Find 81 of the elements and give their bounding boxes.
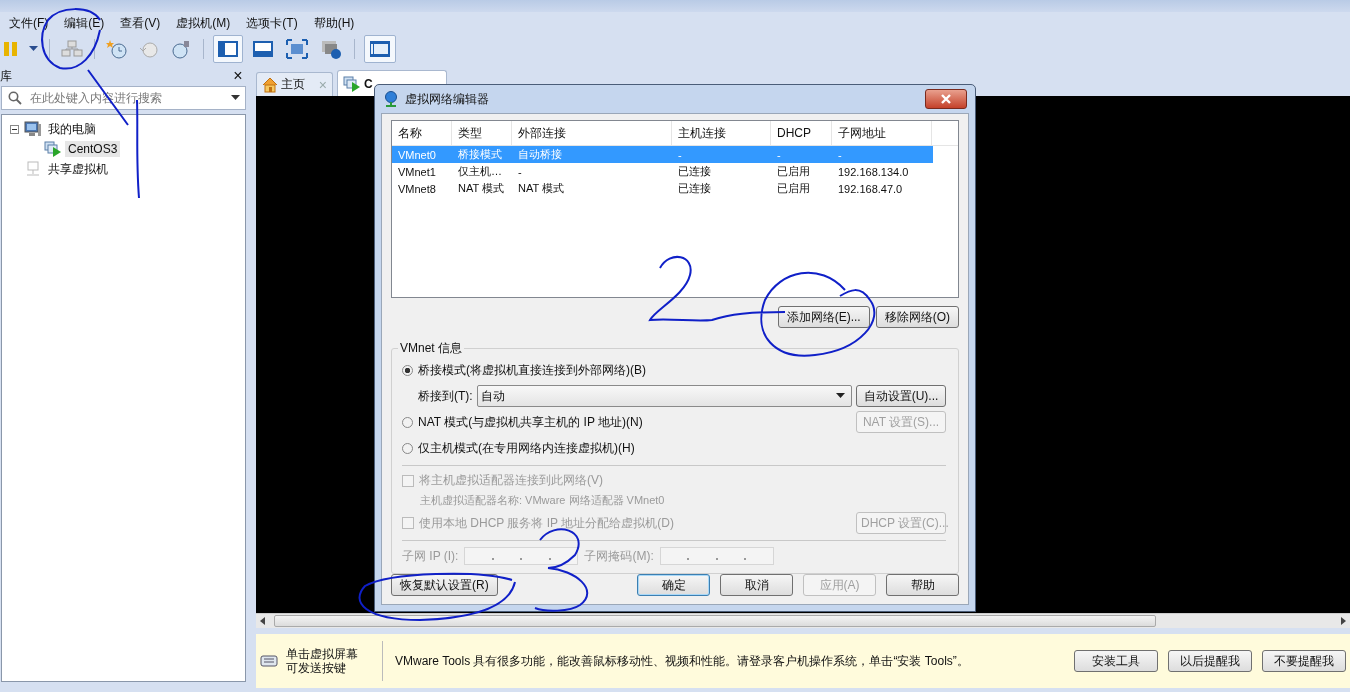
- tab[interactable]: 主页 ×: [256, 72, 333, 96]
- scroll-right-icon[interactable]: [1340, 617, 1346, 626]
- action-button[interactable]: 添加网络(E)...: [777, 306, 870, 328]
- ip-address-field[interactable]: [464, 547, 579, 565]
- field-label: 子网 IP (I):: [402, 547, 459, 565]
- menu-item[interactable]: 选项卡(T): [239, 14, 305, 32]
- table-cell-text: 已启用: [776, 164, 811, 179]
- notification-message: VMware Tools 具有很多功能，能改善鼠标移动性、视频和性能。请登录客户机操作系统，单击“安装 Tools”。: [395, 652, 970, 670]
- close-icon: [940, 94, 952, 104]
- thumbnail-view-icon[interactable]: [364, 35, 396, 63]
- radio-option[interactable]: 仅主机模式(在专用网络内连接虚拟机)(H): [402, 439, 635, 457]
- table-cell-text: 192.168.47.0: [837, 182, 904, 195]
- group-title: VMnet 信息: [398, 340, 464, 357]
- column-header[interactable]: 外部连接: [512, 121, 672, 145]
- search-icon: [8, 91, 22, 105]
- caret-icon: [836, 393, 845, 399]
- field-label: 子网掩码(M):: [584, 547, 654, 565]
- radio-option[interactable]: NAT 模式(与虚拟机共享主机的 IP 地址)(N): [402, 413, 643, 431]
- virtual-machine-icon: [343, 75, 361, 92]
- collapse-toggle[interactable]: [10, 124, 21, 134]
- table-cell-text: VMnet8: [397, 182, 437, 195]
- column-header[interactable]: 主机连接: [672, 121, 771, 145]
- dialog-button[interactable]: 取消: [720, 574, 793, 596]
- table-cell-text: -: [776, 148, 782, 161]
- column-header[interactable]: 类型: [452, 121, 512, 145]
- panel-title: 库: [0, 67, 12, 85]
- column-header[interactable]: 名称: [392, 121, 452, 145]
- table-cell-text: 已连接: [677, 181, 712, 196]
- fullscreen-icon[interactable]: [283, 36, 311, 62]
- table-row[interactable]: VMnet8 NAT 模式 NAT 模式 已连接 已启用 192.168.47.0: [392, 180, 933, 197]
- table-cell-text: 自动桥接: [517, 147, 563, 162]
- menu-item[interactable]: 帮助(H): [306, 14, 362, 32]
- adapter-name-text: 主机虚拟适配器名称: VMware 网络适配器 VMnet0: [419, 493, 666, 508]
- table-cell-text: VMnet0: [397, 148, 437, 161]
- menu-item[interactable]: 编辑(E): [57, 14, 112, 32]
- keyboard-icon: [260, 653, 280, 670]
- table-cell-text: 已连接: [677, 164, 712, 179]
- table-cell-text: 已启用: [776, 181, 811, 196]
- home-icon: [262, 76, 278, 93]
- table-cell-text: VMnet1: [397, 165, 437, 178]
- dialog-button[interactable]: 帮助: [886, 574, 959, 596]
- computer-icon: [24, 121, 42, 137]
- table-row[interactable]: VMnet1 仅主机… - 已连接 已启用 192.168.134.0: [392, 163, 933, 180]
- table-cell-text: NAT 模式: [517, 181, 566, 196]
- menu-item[interactable]: 查看(V): [113, 14, 168, 32]
- radio-option[interactable]: 桥接模式(将虚拟机直接连接到外部网络)(B): [402, 361, 646, 379]
- hint-text: 单击虚拟屏幕: [286, 647, 359, 662]
- notification-button[interactable]: 安装工具: [1074, 650, 1158, 673]
- bridge-select[interactable]: 自动: [476, 385, 852, 407]
- dropdown-icon[interactable]: [27, 44, 40, 54]
- settings-button[interactable]: 自动设置(U)...: [856, 385, 946, 407]
- notification-button[interactable]: 不要提醒我: [1262, 650, 1346, 673]
- horizontal-scrollbar[interactable]: [256, 613, 1350, 629]
- hint-text: 可发送按键: [286, 661, 347, 676]
- close-button[interactable]: ×: [231, 67, 245, 85]
- action-button[interactable]: 移除网络(O): [875, 306, 959, 328]
- menu-item[interactable]: 虚拟机(M): [169, 14, 238, 32]
- globe-icon: [383, 91, 399, 107]
- table-cell-text: 仅主机…: [457, 164, 503, 179]
- restore-defaults-button[interactable]: 恢复默认设置(R): [391, 574, 498, 596]
- scroll-left-icon[interactable]: [260, 617, 266, 626]
- tree-item[interactable]: 共享虚拟机: [45, 159, 111, 179]
- table-cell-text: -: [517, 165, 523, 178]
- table-cell-text: -: [677, 148, 683, 161]
- dialog-button[interactable]: 确定: [637, 574, 710, 596]
- table-cell-text: -: [837, 148, 843, 161]
- shared-vm-icon: [24, 161, 42, 177]
- sidebar-view-icon[interactable]: [213, 35, 243, 63]
- close-button[interactable]: [925, 89, 967, 109]
- tree-item[interactable]: CentOS3: [65, 141, 121, 157]
- notification-button[interactable]: 以后提醒我: [1168, 650, 1252, 673]
- tree-item[interactable]: 我的电脑: [45, 119, 99, 139]
- table-cell-text: 192.168.134.0: [837, 165, 910, 178]
- virtual-machine-icon: [44, 141, 62, 157]
- table-cell-text: 桥接模式: [457, 147, 503, 162]
- ip-address-field[interactable]: [659, 547, 774, 565]
- table-cell-text: NAT 模式: [457, 181, 506, 196]
- column-header[interactable]: DHCP: [771, 121, 832, 145]
- dropdown-icon[interactable]: [231, 95, 240, 101]
- field-label: 桥接到(T):: [418, 387, 473, 405]
- column-header[interactable]: 子网地址: [832, 121, 932, 145]
